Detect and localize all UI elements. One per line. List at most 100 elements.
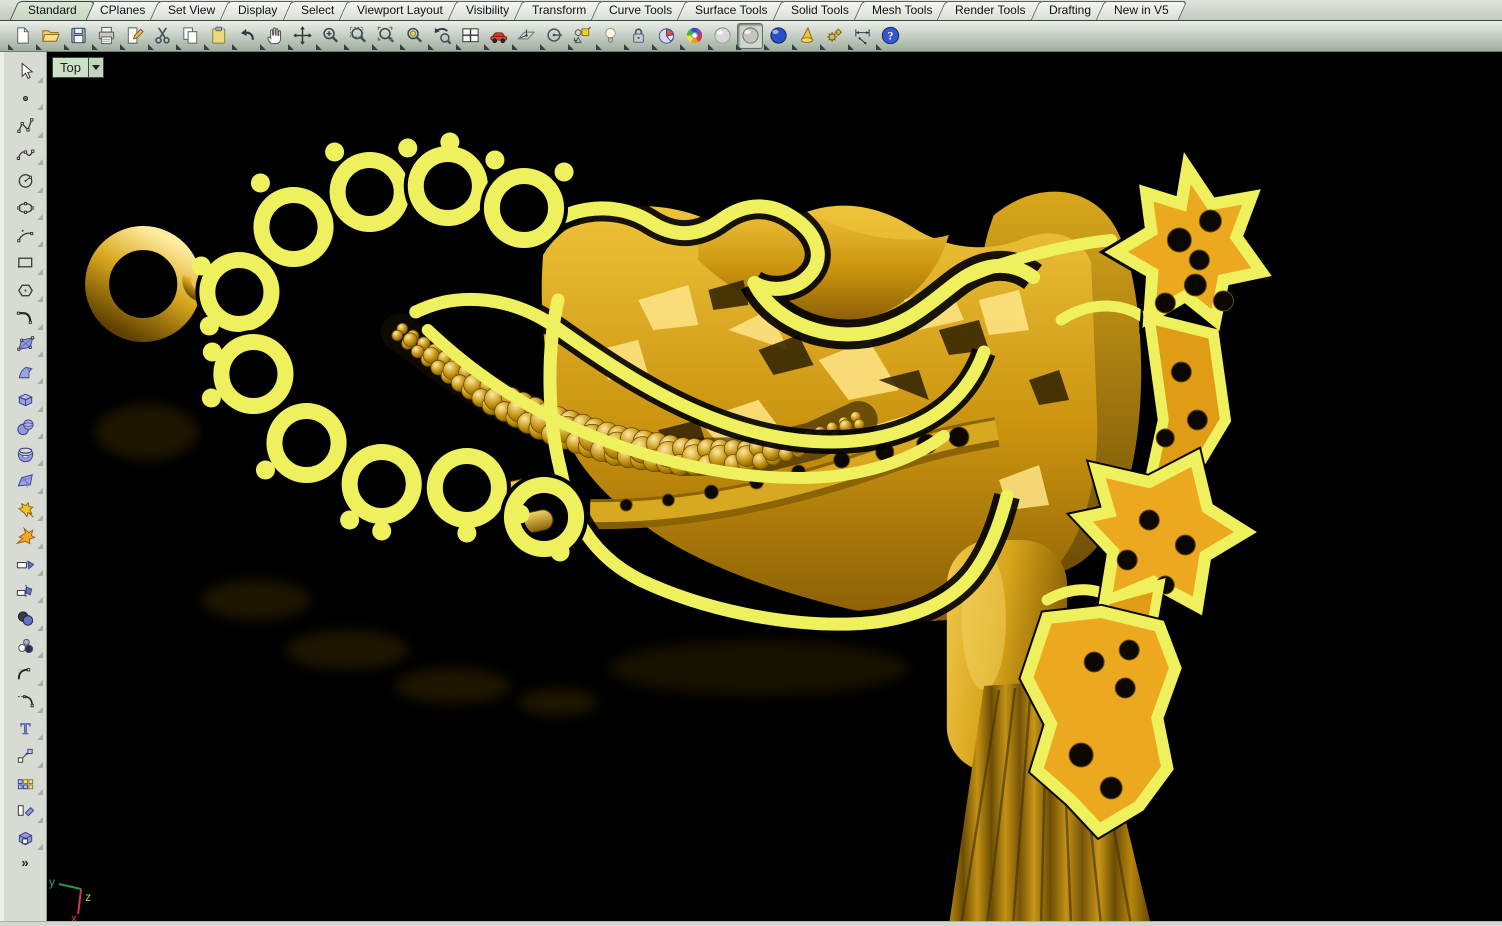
viewport-top[interactable]: Top <box>47 52 1502 921</box>
cage-edit-tool-button[interactable] <box>12 826 38 850</box>
trim-tool-button[interactable] <box>12 552 38 576</box>
polygon-tool-button[interactable] <box>12 278 38 302</box>
explode-tool-button[interactable] <box>12 497 38 521</box>
tab-label: Solid Tools <box>791 2 849 19</box>
boolean-difference-tool-button[interactable] <box>12 634 38 658</box>
tab-viewport-layout[interactable]: Viewport Layout <box>339 1 461 20</box>
arc-tool-button[interactable] <box>12 223 38 247</box>
open-file-button[interactable] <box>38 24 62 48</box>
dimension-button[interactable] <box>850 24 874 48</box>
viewport-title[interactable]: Top <box>52 57 104 78</box>
tab-label: Surface Tools <box>695 2 768 19</box>
tab-label: Mesh Tools <box>872 2 932 19</box>
properties-button[interactable] <box>122 24 146 48</box>
lock-button[interactable] <box>626 24 650 48</box>
save-file-button[interactable] <box>66 24 90 48</box>
patch-icon <box>15 471 36 492</box>
undo-view-change-button[interactable] <box>430 24 454 48</box>
tab-mesh-tools[interactable]: Mesh Tools <box>853 1 950 20</box>
cut-button[interactable] <box>150 24 174 48</box>
torus-tool-button[interactable] <box>12 442 38 466</box>
analyze-button[interactable] <box>654 24 678 48</box>
axis-y-label: y <box>49 875 55 889</box>
shaded-display-button[interactable] <box>738 24 762 48</box>
fillet-tool-button[interactable] <box>12 662 38 686</box>
viewport-canvas[interactable]: y z x <box>47 52 1502 921</box>
named-view-button[interactable] <box>486 24 510 48</box>
surface-sweep-tool-button[interactable] <box>12 360 38 384</box>
cage-box-icon <box>15 827 36 848</box>
curve-interpolate-tool-button[interactable] <box>12 141 38 165</box>
tab-solid-tools[interactable]: Solid Tools <box>773 1 867 20</box>
tab-render-tools[interactable]: Render Tools <box>937 1 1044 20</box>
box-tool-button[interactable] <box>12 388 38 412</box>
ghosted-display-button[interactable] <box>710 24 734 48</box>
color-wheel-button[interactable] <box>682 24 706 48</box>
array-tool-button[interactable] <box>12 771 38 795</box>
surface-points-tool-button[interactable] <box>12 333 38 357</box>
polyline-tool-button[interactable] <box>12 114 38 138</box>
flat-shade-button[interactable] <box>794 24 818 48</box>
tab-label: CPlanes <box>100 2 145 19</box>
viewport-title-label[interactable]: Top <box>53 58 88 77</box>
new-file-button[interactable] <box>10 24 34 48</box>
move-tool-button[interactable] <box>12 744 38 768</box>
polygon-icon <box>15 280 36 301</box>
split-tool-button[interactable] <box>12 579 38 603</box>
text-tool-button[interactable]: T <box>12 716 38 740</box>
viewport-menu-button[interactable] <box>88 58 103 77</box>
lights-button[interactable] <box>598 24 622 48</box>
new-file-icon <box>12 25 33 46</box>
circle-icon <box>15 170 36 191</box>
select-arrow-icon <box>15 61 36 82</box>
options-button[interactable] <box>822 24 846 48</box>
cplane-button[interactable] <box>514 24 538 48</box>
rendered-display-button[interactable] <box>766 24 790 48</box>
rectangle-icon <box>15 252 36 273</box>
paste-button[interactable] <box>206 24 230 48</box>
surface-patch-tool-button[interactable] <box>12 470 38 494</box>
sphere-tool-button[interactable] <box>12 415 38 439</box>
select-tool-button[interactable] <box>12 59 38 83</box>
zoom-selected-button[interactable] <box>402 24 426 48</box>
point-tool-button[interactable] <box>12 86 38 110</box>
pan-button[interactable] <box>262 24 286 48</box>
gears-icon <box>824 25 845 46</box>
curve-blend-tool-button[interactable] <box>12 306 38 330</box>
tab-standard[interactable]: Standard <box>10 1 95 20</box>
osnap-button[interactable] <box>542 24 566 48</box>
boolean-union-tool-button[interactable] <box>12 607 38 631</box>
selection-filter-button[interactable] <box>570 24 594 48</box>
extend-tool-button[interactable] <box>12 689 38 713</box>
boolean-spheres-icon <box>15 608 36 629</box>
print-button[interactable] <box>94 24 118 48</box>
pendant-model <box>95 133 1261 922</box>
zoom-dynamic-button[interactable] <box>318 24 342 48</box>
tab-surface-tools[interactable]: Surface Tools <box>677 1 786 20</box>
tab-label: Visibility <box>466 2 509 19</box>
copy-button[interactable] <box>178 24 202 48</box>
rotate-view-button[interactable] <box>290 24 314 48</box>
box-icon <box>15 389 36 410</box>
viewport-layout-button[interactable] <box>458 24 482 48</box>
smash-tool-button[interactable] <box>12 525 38 549</box>
axis-x-label: x <box>71 911 77 921</box>
zoom-plus-icon <box>320 25 341 46</box>
rectangle-tool-button[interactable] <box>12 251 38 275</box>
tab-new-in-v5[interactable]: New in V5 <box>1095 1 1186 20</box>
tab-label: Select <box>301 2 334 19</box>
undo-button[interactable] <box>234 24 258 48</box>
tab-curve-tools[interactable]: Curve Tools <box>591 1 691 20</box>
ellipse-tool-button[interactable] <box>12 196 38 220</box>
fillet-arc-icon <box>15 663 36 684</box>
zoom-window-button[interactable] <box>346 24 370 48</box>
more-tools-button[interactable]: » <box>12 855 38 870</box>
curve-icon <box>15 143 36 164</box>
help-button[interactable]: ? <box>878 24 902 48</box>
lightbulb-icon <box>600 25 621 46</box>
circle-snap-icon <box>544 25 565 46</box>
circle-tool-button[interactable] <box>12 169 38 193</box>
zoom-extents-button[interactable] <box>374 24 398 48</box>
padlock-icon <box>628 25 649 46</box>
shear-tool-button[interactable] <box>12 799 38 823</box>
